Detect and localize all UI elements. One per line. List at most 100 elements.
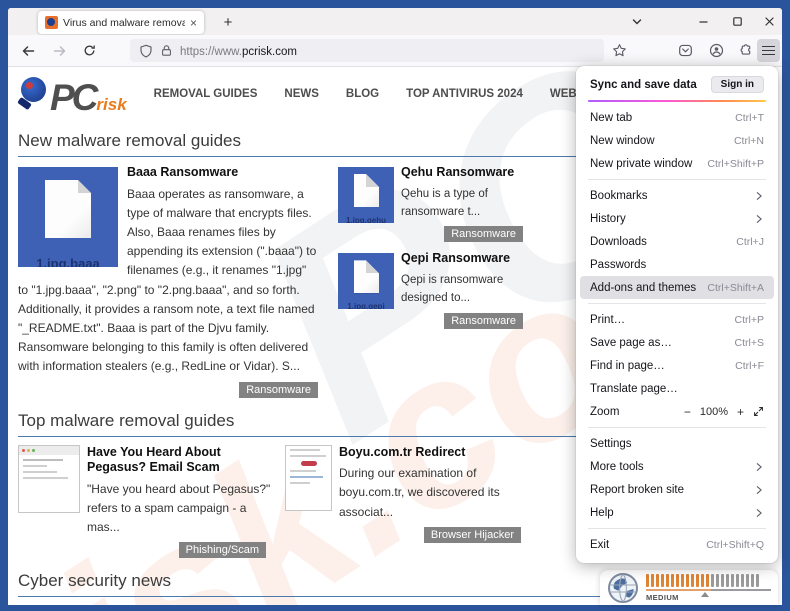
- article-boyu-title[interactable]: Boyu.com.tr Redirect: [339, 445, 521, 461]
- forward-arrow-icon: [52, 43, 68, 59]
- meter-bar: [736, 574, 739, 587]
- chevron-down-icon: [631, 16, 643, 28]
- nav-top-antivirus[interactable]: TOP ANTIVIRUS 2024: [406, 88, 523, 100]
- account-icon: [709, 43, 724, 58]
- screenshot-root: { "browser": { "tab_title": "Virus and m…: [0, 0, 790, 611]
- menu-item-help[interactable]: Help: [576, 501, 778, 524]
- menu-item-new-private-window[interactable]: New private window Ctrl+Shift+P: [576, 152, 778, 175]
- menu-item-settings[interactable]: Settings: [576, 432, 778, 455]
- article-pegasus-thumbnail[interactable]: [18, 445, 80, 513]
- fullscreen-icon[interactable]: [753, 406, 764, 417]
- tab-close-icon[interactable]: ×: [190, 17, 197, 29]
- url-scheme: https://www.: [180, 46, 242, 58]
- category-badge[interactable]: Ransomware: [444, 313, 523, 329]
- nav-news[interactable]: NEWS: [284, 88, 319, 100]
- menu-item-history[interactable]: History: [576, 207, 778, 230]
- chevron-right-icon: [754, 462, 764, 472]
- article-qepi-thumbnail[interactable]: 1.jpg.qepi: [338, 253, 394, 309]
- new-tab-button[interactable]: +: [218, 12, 238, 32]
- pocket-button[interactable]: [674, 39, 697, 62]
- menu-item-report-broken-site[interactable]: Report broken site: [576, 478, 778, 501]
- menu-shortcut: Ctrl+S: [735, 337, 764, 349]
- nav-removal-guides[interactable]: REMOVAL GUIDES: [154, 88, 258, 100]
- meter-bar: [686, 574, 689, 587]
- thumb-caption: 1.jpg.baaa: [18, 256, 118, 267]
- badge-row: Ransomware: [338, 224, 523, 242]
- menu-item-new-window[interactable]: New window Ctrl+N: [576, 129, 778, 152]
- address-bar[interactable]: https://www.pcrisk.com: [130, 39, 604, 62]
- threat-meter-line: [646, 589, 771, 591]
- article-pegasus-title[interactable]: Have You Heard About Pegasus? Email Scam: [87, 445, 280, 476]
- extensions-button[interactable]: [734, 39, 757, 62]
- zoom-in-button[interactable]: +: [737, 406, 744, 418]
- menu-divider: [588, 427, 766, 428]
- nav-blog[interactable]: BLOG: [346, 88, 379, 100]
- menu-item-new-tab[interactable]: New tab Ctrl+T: [576, 106, 778, 129]
- article-qehu-thumbnail[interactable]: 1.jpg.qehu: [338, 167, 394, 223]
- globe-icon: [607, 572, 639, 604]
- pcrisk-logo[interactable]: PC risk: [18, 76, 127, 112]
- zoom-level[interactable]: 100%: [700, 406, 728, 418]
- menu-button[interactable]: [757, 39, 780, 62]
- virus-activity-widget[interactable]: MEDIUM: [600, 570, 778, 605]
- sign-in-button[interactable]: Sign in: [711, 76, 764, 93]
- red-button-shape: [301, 461, 317, 466]
- close-icon: [764, 16, 775, 27]
- menu-label: Exit: [590, 539, 609, 551]
- minimize-button[interactable]: [690, 10, 716, 33]
- thumb-caption: 1.jpg.qepi: [338, 302, 394, 309]
- pcrisk-favicon-icon: [45, 16, 58, 29]
- forward-button[interactable]: [48, 39, 71, 62]
- category-badge[interactable]: Ransomware: [444, 226, 523, 242]
- menu-divider: [588, 528, 766, 529]
- logo-text-pc: PC: [50, 84, 95, 112]
- file-icon: [45, 180, 91, 238]
- article-pegasus-body: Have You Heard About Pegasus? Email Scam…: [87, 445, 280, 559]
- menu-divider: [588, 303, 766, 304]
- menu-label: New window: [590, 135, 655, 147]
- menu-item-print[interactable]: Print… Ctrl+P: [576, 308, 778, 331]
- meter-bar: [716, 574, 719, 587]
- threat-meter: MEDIUM: [646, 572, 771, 602]
- menu-item-translate-page[interactable]: Translate page…: [576, 377, 778, 400]
- list-all-tabs-button[interactable]: [624, 10, 650, 33]
- article-boyu-thumbnail[interactable]: [285, 445, 332, 511]
- maximize-button[interactable]: [724, 10, 750, 33]
- meter-bar: [731, 574, 734, 587]
- menu-item-more-tools[interactable]: More tools: [576, 455, 778, 478]
- menu-label: Report broken site: [590, 484, 684, 496]
- meter-bar: [756, 574, 759, 587]
- close-window-button[interactable]: [756, 10, 782, 33]
- menu-item-save-page-as[interactable]: Save page as… Ctrl+S: [576, 331, 778, 354]
- category-badge[interactable]: Ransomware: [239, 382, 318, 398]
- category-badge[interactable]: Browser Hijacker: [424, 527, 521, 543]
- bookmark-star-button[interactable]: [608, 39, 631, 62]
- thumb-caption: 1.jpg.qehu: [338, 216, 394, 223]
- menu-item-passwords[interactable]: Passwords: [576, 253, 778, 276]
- meter-bar: [671, 574, 674, 587]
- browser-tab[interactable]: Virus and malware removal inst ×: [38, 11, 204, 34]
- menu-label: Bookmarks: [590, 190, 648, 202]
- maximize-icon: [732, 16, 743, 27]
- zoom-out-button[interactable]: −: [684, 406, 691, 418]
- menu-item-bookmarks[interactable]: Bookmarks: [576, 184, 778, 207]
- menu-item-downloads[interactable]: Downloads Ctrl+J: [576, 230, 778, 253]
- category-badge[interactable]: Phishing/Scam: [179, 542, 266, 558]
- reload-icon: [82, 43, 97, 58]
- menu-item-exit[interactable]: Exit Ctrl+Shift+Q: [576, 533, 778, 556]
- chevron-right-icon: [754, 191, 764, 201]
- meter-bar: [656, 574, 659, 587]
- menu-label: Help: [590, 507, 614, 519]
- menu-item-addons-and-themes[interactable]: Add-ons and themes Ctrl+Shift+A: [580, 276, 774, 299]
- menu-item-zoom: Zoom − 100% +: [576, 400, 778, 423]
- article-baaa-thumbnail[interactable]: 1.jpg.baaa: [18, 167, 118, 267]
- screenshot-titlebar: [19, 446, 79, 455]
- menu-shortcut: Ctrl+F: [735, 360, 764, 372]
- chevron-right-icon: [754, 508, 764, 518]
- menu-item-find-in-page[interactable]: Find in page… Ctrl+F: [576, 354, 778, 377]
- reload-button[interactable]: [78, 39, 101, 62]
- account-button[interactable]: [705, 39, 728, 62]
- magnifier-logo-icon: [18, 76, 49, 112]
- back-button[interactable]: [16, 39, 39, 62]
- menu-item-sync[interactable]: Sync and save data Sign in: [576, 72, 778, 97]
